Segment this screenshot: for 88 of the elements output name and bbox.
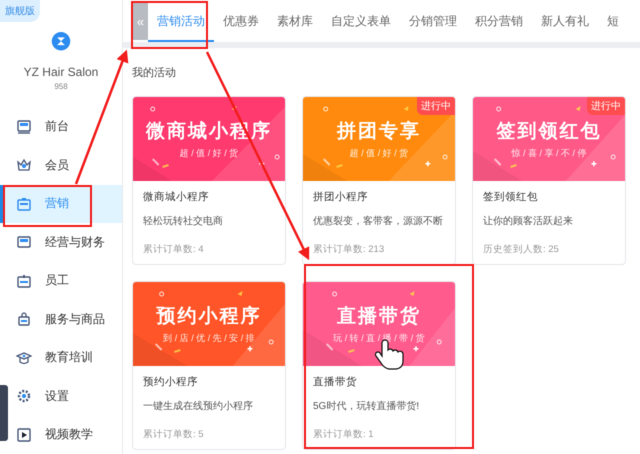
sidebar-item[interactable]: 员工 <box>9 262 122 300</box>
banner-title: 预约小程序 <box>156 304 262 329</box>
card-description: 让你的顾客活跃起来 <box>483 214 574 228</box>
crown-icon <box>16 157 32 174</box>
bag-icon <box>16 311 32 328</box>
sidebar-item[interactable]: 前台 <box>9 108 122 146</box>
confetti-piece <box>576 106 581 111</box>
tab[interactable]: 优惠券 <box>214 2 268 42</box>
card-stat: 累计订单数: 5 <box>143 428 205 441</box>
activity-card[interactable]: 签到领红包 惊 / 喜 / 享 / 不 / 停 进行中 签到领红包 让你的顾客活跃起来 历史签到人数: 25 <box>472 96 626 265</box>
sidebar-item[interactable]: 视频教学 <box>9 416 122 454</box>
settings-icon <box>16 388 32 404</box>
banner-stripe <box>303 154 348 181</box>
confetti-piece <box>436 340 442 344</box>
tab[interactable]: 新人有礼 <box>532 2 598 42</box>
confetti-piece <box>410 291 415 296</box>
tab[interactable]: 短 <box>598 2 628 42</box>
banner-subtitle: 到 / 店 / 优 / 先 / 安 / 排 <box>163 332 255 345</box>
card-description: 轻松玩转社交电商 <box>143 214 224 228</box>
confetti-piece <box>159 292 164 296</box>
confetti-piece <box>494 158 502 166</box>
confetti-piece <box>404 106 409 111</box>
confetti-piece <box>155 343 162 351</box>
confetti-piece <box>610 154 616 160</box>
banner-title: 拼团专享 <box>337 120 421 144</box>
card-description: 优惠裂变，客带客，源源不断 <box>313 214 444 228</box>
card-description: 一键生成在线预约小程序 <box>143 400 254 413</box>
tab[interactable]: 自定义表单 <box>322 2 400 42</box>
card-description: 5G时代，玩转直播带货! <box>313 400 420 413</box>
banner-title: 签到领红包 <box>496 120 602 144</box>
confetti-piece <box>238 291 243 296</box>
confetti-piece <box>174 349 181 353</box>
banner-subtitle: 惊 / 喜 / 享 / 不 / 停 <box>511 147 586 160</box>
monitor-icon <box>16 118 32 135</box>
sidebar-item[interactable]: 设置 <box>9 377 122 416</box>
confetti-piece <box>425 161 430 166</box>
status-badge: 进行中 <box>417 97 455 115</box>
store-id: 958 <box>54 82 68 90</box>
activity-card[interactable]: 拼团专享 超 / 值 / 好 / 货 进行中 拼团小程序 优惠裂变，客带客，源源不断 累计订单数: 213 <box>302 96 456 265</box>
confetti-piece <box>510 164 517 168</box>
confetti-piece <box>232 106 237 111</box>
status-badge: 进行中 <box>587 97 625 115</box>
banner-subtitle: 超 / 值 / 好 / 货 <box>350 147 408 160</box>
tab[interactable]: 分销管理 <box>400 2 466 42</box>
confetti-piece <box>414 346 418 352</box>
card-title: 微商城小程序 <box>143 190 210 204</box>
card-stat: 累计订单数: 213 <box>313 243 386 256</box>
sidebar-item[interactable]: 经营与财务 <box>9 223 122 262</box>
graduation-cap-icon <box>16 350 32 366</box>
tab[interactable]: 素材库 <box>268 2 322 42</box>
tab[interactable]: 积分营销 <box>466 2 532 42</box>
confetti-piece <box>268 340 274 344</box>
card-stat: 历史签到人数: 25 <box>483 243 560 256</box>
store-name: YZ Hair Salon <box>24 64 98 78</box>
banner-subtitle: 超 / 值 / 好 / 货 <box>180 147 238 160</box>
confetti-piece <box>274 154 280 160</box>
card-title: 直播带货 <box>313 375 358 389</box>
banner-stripe <box>303 330 362 366</box>
activity-card[interactable]: 预约小程序 到 / 店 / 优 / 先 / 安 / 排 预约小程序 一键生成在线预约小程序 累计订单数: 5 <box>132 281 286 450</box>
card-stat: 累计订单数: 1 <box>313 428 375 441</box>
confetti-piece <box>326 343 334 351</box>
sidebar-item[interactable]: 教育培训 <box>9 338 122 377</box>
confetti-piece <box>323 106 328 112</box>
confetti-piece <box>259 161 264 166</box>
screen-icon <box>16 234 32 250</box>
card-stat: 累计订单数: 4 <box>143 243 205 256</box>
banner-title: 直播带货 <box>337 305 421 329</box>
banner-stripe <box>133 157 172 181</box>
video-icon <box>16 426 32 443</box>
sidebar-item[interactable]: 服务与商品 <box>9 300 122 338</box>
confetti-piece <box>248 346 252 352</box>
confetti-piece <box>442 154 448 160</box>
card-title: 预约小程序 <box>143 375 199 389</box>
section-title: 我的活动 <box>132 66 177 80</box>
briefcase-icon <box>16 196 32 212</box>
side-handle[interactable] <box>0 385 8 441</box>
confetti-piece <box>348 349 355 353</box>
card-title: 拼团小程序 <box>313 190 369 204</box>
banner-stripe <box>133 333 188 366</box>
confetti-piece <box>591 161 596 166</box>
confetti-piece <box>496 106 502 112</box>
edition-badge: 旗舰版 <box>0 0 40 22</box>
id-badge-icon <box>16 272 32 289</box>
card-title: 签到领红包 <box>483 190 539 204</box>
confetti-piece <box>332 292 338 296</box>
sidebar-item[interactable]: 会员 <box>9 146 122 184</box>
logo-icon <box>49 32 73 50</box>
confetti-piece <box>150 106 156 112</box>
